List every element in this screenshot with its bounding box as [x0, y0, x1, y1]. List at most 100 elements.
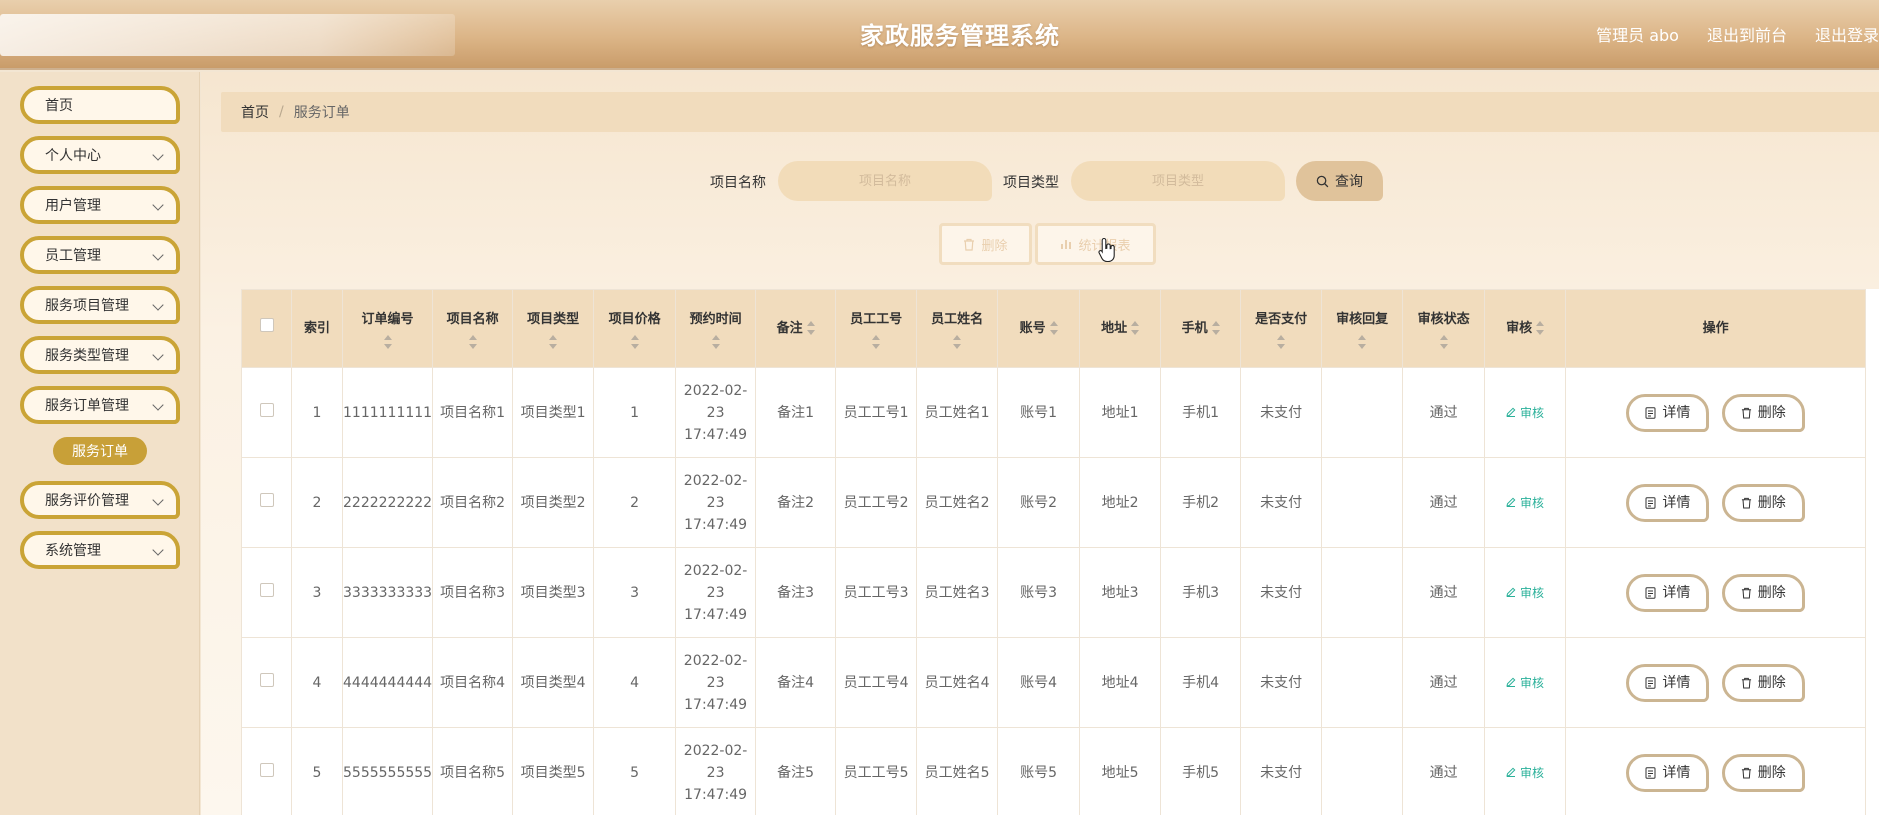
statistics-report-button[interactable]: 统计报表 — [1035, 223, 1156, 265]
staff-name-cell: 员工姓名3 — [916, 547, 999, 638]
query-button[interactable]: 查询 — [1296, 161, 1383, 201]
row-checkbox[interactable] — [259, 672, 274, 687]
appointment-time-cell: 2022-02-23 17:47:49 — [675, 637, 757, 728]
detail-button[interactable]: 详情 — [1626, 483, 1710, 522]
edit-icon — [1506, 407, 1516, 417]
sort-icon[interactable] — [1211, 321, 1220, 335]
chevron-down-icon — [152, 494, 164, 506]
row-checkbox[interactable] — [259, 582, 274, 597]
column-header[interactable]: 备注 — [755, 289, 837, 368]
breadcrumb-current: 服务订单 — [293, 105, 350, 121]
row-select-cell[interactable] — [241, 457, 292, 548]
sidebar-item-service-type-management[interactable]: 服务类型管理 — [20, 336, 180, 374]
order-number-cell: 5555555555 — [341, 727, 434, 815]
index-cell: 4 — [291, 637, 343, 728]
sort-icon[interactable] — [872, 334, 881, 349]
row-checkbox[interactable] — [259, 492, 274, 507]
audit-label: 审核 — [1519, 495, 1544, 510]
select-all-checkbox[interactable] — [259, 317, 274, 332]
column-header[interactable]: 是否支付 — [1240, 289, 1323, 368]
delete-button[interactable]: 删除 — [1721, 663, 1805, 702]
sort-icon[interactable] — [806, 321, 815, 335]
column-header[interactable]: 手机 — [1160, 289, 1242, 368]
appointment-time-cell: 2022-02-23 17:47:49 — [675, 457, 757, 548]
column-header[interactable]: 订单编号 — [341, 289, 434, 368]
sidebar-item-system-management[interactable]: 系统管理 — [20, 531, 180, 569]
logout-link[interactable]: 退出登录 — [1815, 22, 1879, 46]
sort-icon[interactable] — [1277, 334, 1286, 349]
column-header[interactable]: 账号 — [997, 289, 1081, 368]
delete-button[interactable]: 删除 — [1721, 573, 1805, 612]
breadcrumb-separator: / — [279, 104, 284, 120]
detail-button[interactable]: 详情 — [1626, 393, 1710, 432]
audit-link[interactable]: 审核 — [1506, 406, 1544, 420]
sort-icon[interactable] — [1439, 334, 1448, 349]
sort-icon[interactable] — [953, 334, 962, 349]
detail-button[interactable]: 详情 — [1626, 573, 1710, 612]
sidebar-item-staff-management[interactable]: 员工管理 — [20, 236, 180, 274]
project-type-label: 项目类型 — [1003, 175, 1059, 191]
project-type-cell: 项目类型1 — [512, 367, 595, 458]
row-checkbox[interactable] — [259, 762, 274, 777]
delete-button[interactable]: 删除 — [1721, 393, 1805, 432]
sort-icon[interactable] — [468, 334, 477, 349]
project-price-cell: 4 — [593, 637, 677, 728]
delete-button[interactable]: 删除 — [1721, 483, 1805, 522]
sidebar-item-personal-center[interactable]: 个人中心 — [20, 136, 180, 174]
column-header[interactable]: 员工工号 — [835, 289, 918, 368]
column-header: 操作 — [1565, 289, 1867, 368]
detail-button[interactable]: 详情 — [1626, 753, 1710, 792]
column-header[interactable]: 员工姓名 — [916, 289, 999, 368]
appointment-time-cell: 2022-02-23 17:47:49 — [675, 547, 757, 638]
row-select-cell[interactable] — [241, 547, 292, 638]
row-select-cell[interactable] — [241, 367, 292, 458]
address-cell: 地址2 — [1079, 457, 1162, 548]
staff-id-cell: 员工工号2 — [835, 457, 918, 548]
sidebar-subitem-service-order[interactable]: 服务订单 — [53, 437, 147, 465]
project-name-cell: 项目名称1 — [432, 367, 514, 458]
sort-icon[interactable] — [1049, 321, 1058, 335]
exit-to-frontend-link[interactable]: 退出到前台 — [1707, 22, 1787, 46]
column-header[interactable]: 审核状态 — [1402, 289, 1486, 368]
breadcrumb-home[interactable]: 首页 — [241, 102, 269, 122]
column-header[interactable]: 项目名称 — [432, 289, 514, 368]
project-name-input[interactable] — [778, 161, 992, 201]
audit-link[interactable]: 审核 — [1506, 766, 1544, 780]
sidebar-item-service-project-management[interactable]: 服务项目管理 — [20, 286, 180, 324]
address-cell: 地址3 — [1079, 547, 1162, 638]
column-header[interactable]: 项目价格 — [593, 289, 677, 368]
row-checkbox[interactable] — [259, 402, 274, 417]
column-header[interactable]: 审核 — [1484, 289, 1567, 368]
column-header[interactable]: 预约时间 — [675, 289, 757, 368]
audit-cell: 审核 — [1484, 637, 1567, 728]
table-row: 4 4444444444 项目名称4 项目类型4 4 2022-02-23 17… — [241, 637, 1867, 728]
sort-icon[interactable] — [1358, 334, 1367, 349]
column-header[interactable]: 地址 — [1079, 289, 1162, 368]
detail-button[interactable]: 详情 — [1626, 663, 1710, 702]
sidebar-item-service-review-management[interactable]: 服务评价管理 — [20, 481, 180, 519]
select-all-cell[interactable] — [241, 289, 292, 368]
column-header[interactable]: 项目类型 — [512, 289, 595, 368]
document-icon — [1645, 676, 1656, 689]
audit-link[interactable]: 审核 — [1506, 496, 1544, 510]
sidebar-item-service-order-management[interactable]: 服务订单管理 — [20, 386, 180, 424]
row-select-cell[interactable] — [241, 727, 292, 815]
audit-link[interactable]: 审核 — [1506, 586, 1544, 600]
sort-icon[interactable] — [1536, 321, 1545, 335]
sort-icon[interactable] — [711, 334, 720, 349]
sidebar-item-home[interactable]: 首页 — [20, 86, 180, 124]
audit-link[interactable]: 审核 — [1506, 676, 1544, 690]
sort-icon[interactable] — [383, 334, 392, 349]
batch-delete-button[interactable]: 删除 — [939, 223, 1032, 265]
sort-icon[interactable] — [1131, 321, 1140, 335]
delete-button[interactable]: 删除 — [1721, 753, 1805, 792]
column-header[interactable]: 审核回复 — [1321, 289, 1404, 368]
row-select-cell[interactable] — [241, 637, 292, 728]
sidebar-item-user-management[interactable]: 用户管理 — [20, 186, 180, 224]
audit-cell: 审核 — [1484, 727, 1567, 815]
sort-icon[interactable] — [549, 334, 558, 349]
header-user-area: 管理员 abo 退出到前台 退出登录 — [1596, 22, 1879, 46]
sort-icon[interactable] — [630, 334, 639, 349]
project-type-input[interactable] — [1071, 161, 1285, 201]
index-cell: 3 — [291, 547, 343, 638]
